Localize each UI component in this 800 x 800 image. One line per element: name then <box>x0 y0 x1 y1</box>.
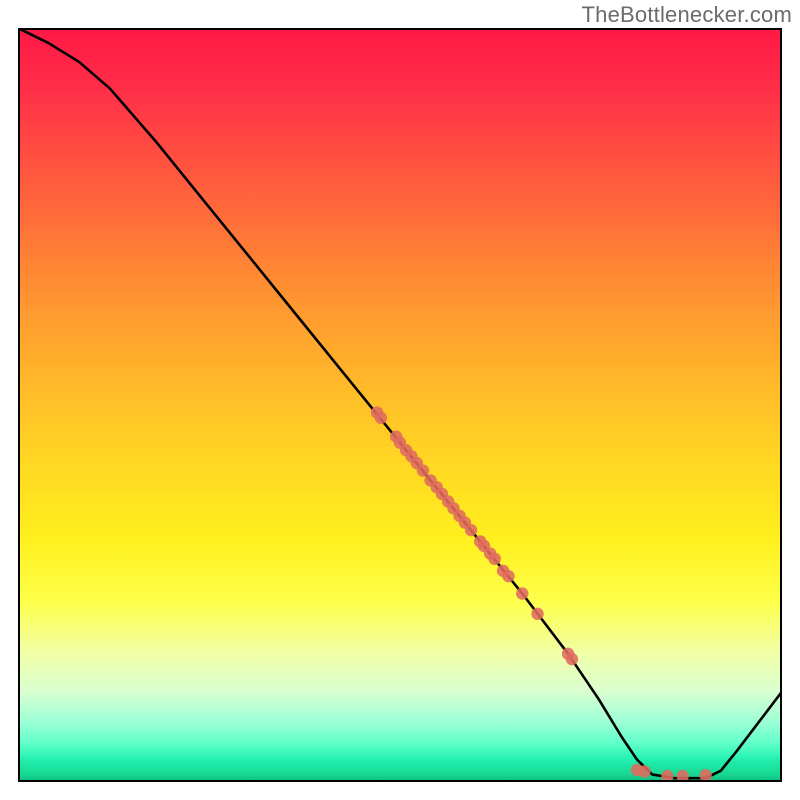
chart-background-gradient <box>18 28 782 782</box>
watermark: TheBottlenecker.com <box>582 2 792 28</box>
plot-area <box>18 28 782 782</box>
chart-container: TheBottlenecker.com <box>0 0 800 800</box>
